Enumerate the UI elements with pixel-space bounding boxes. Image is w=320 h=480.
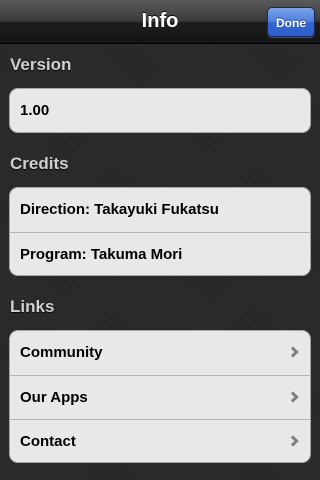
- credits-group: Direction: Takayuki Fukatsu Program: Tak…: [9, 187, 311, 276]
- section-header-credits: Credits: [10, 154, 69, 173]
- links-group: Community Our Apps Contact: [9, 330, 311, 463]
- done-button[interactable]: Done: [267, 7, 315, 37]
- link-row-our-apps[interactable]: Our Apps: [10, 375, 310, 419]
- chevron-right-icon: [287, 391, 299, 403]
- credit-row-direction: Direction: Takayuki Fukatsu: [20, 201, 219, 218]
- chevron-right-icon: [287, 346, 299, 358]
- link-label-community: Community: [20, 344, 103, 361]
- navigation-bar: Info Done: [0, 0, 320, 44]
- chevron-right-icon: [287, 435, 299, 447]
- link-row-contact[interactable]: Contact: [10, 419, 310, 462]
- version-group: 1.00: [9, 88, 311, 133]
- version-value: 1.00: [20, 102, 50, 119]
- section-header-links: Links: [10, 297, 55, 316]
- credit-row-program: Program: Takuma Mori: [10, 232, 310, 275]
- link-label-our-apps: Our Apps: [20, 389, 88, 406]
- link-row-community[interactable]: Community: [10, 331, 310, 375]
- section-header-version: Version: [10, 55, 72, 74]
- link-label-contact: Contact: [20, 433, 76, 450]
